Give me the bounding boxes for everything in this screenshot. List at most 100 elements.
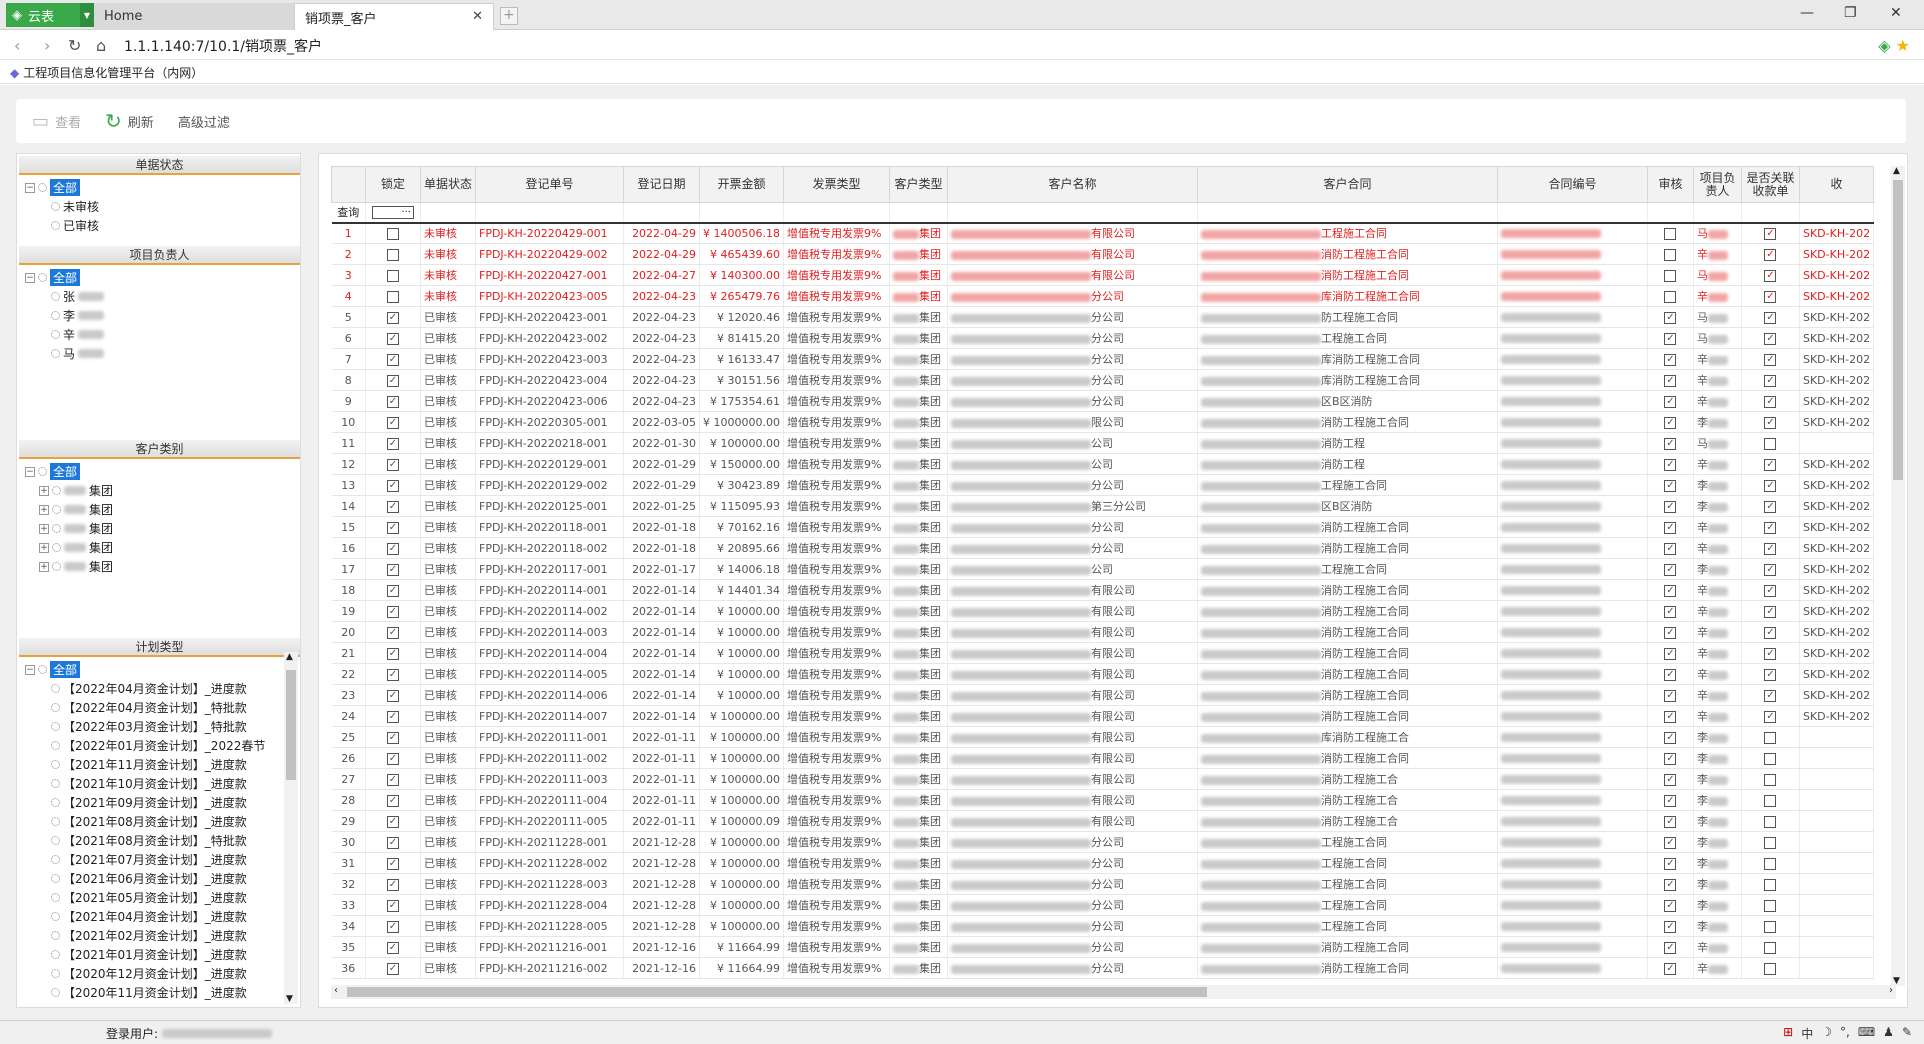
review-cell[interactable]: ✓ [1647,936,1694,958]
lock-cell[interactable]: ✓ [365,642,421,664]
reload-icon[interactable]: ↻ [68,36,81,55]
plan-tree-scrollbar[interactable]: ▲ ▼ [284,652,298,1004]
view-button[interactable]: ▭ 查看 [32,111,81,132]
checkbox[interactable]: ✓ [1664,374,1677,387]
review-cell[interactable]: ✓ [1647,831,1694,853]
checkbox[interactable]: ✓ [387,836,399,849]
tray-item[interactable]: °, [1840,1025,1850,1042]
table-row[interactable]: 16 ✓ 已审核 FPDJ-KH-20220118-002 2022-01-18 ¥ 20… [331,537,1875,559]
checkbox[interactable]: ✓ [387,416,399,429]
checkbox[interactable]: ✓ [387,815,399,828]
table-row[interactable]: 3 未审核 FPDJ-KH-20220427-001 2022-04-27 ¥ 1403… [331,264,1875,286]
linked-cell[interactable]: ✓ [1741,369,1800,391]
table-row[interactable]: 31 ✓ 已审核 FPDJ-KH-20211228-002 2021-12-28 ¥ 10… [331,852,1875,874]
review-cell[interactable] [1647,285,1694,307]
lock-cell[interactable]: ✓ [365,432,421,454]
lock-cell[interactable]: ✓ [365,894,421,916]
lock-cell[interactable] [365,285,421,307]
review-cell[interactable]: ✓ [1647,684,1694,706]
query-cell[interactable] [1741,202,1800,224]
new-tab-button[interactable]: + [500,7,518,25]
checkbox[interactable]: ✓ [387,962,399,975]
checkbox[interactable]: ✓ [387,542,399,555]
checkbox[interactable]: ✓ [1764,269,1777,282]
column-header-status[interactable]: 单据状态 [420,166,476,203]
tree-node-plan[interactable]: 【2022年04月资金计划】_进度款 [25,679,265,698]
table-row[interactable]: 11 ✓ 已审核 FPDJ-KH-20220218-001 2022-01-30 ¥ 10… [331,432,1875,454]
checkbox[interactable]: ✓ [1764,227,1777,240]
lock-cell[interactable]: ✓ [365,495,421,517]
checkbox[interactable] [387,290,399,303]
review-cell[interactable]: ✓ [1647,852,1694,874]
table-row[interactable]: 14 ✓ 已审核 FPDJ-KH-20220125-001 2022-01-25 ¥ 11… [331,495,1875,517]
checkbox[interactable]: ✓ [1764,563,1777,576]
lock-cell[interactable]: ✓ [365,621,421,643]
checkbox[interactable]: ✓ [387,689,399,702]
review-cell[interactable]: ✓ [1647,411,1694,433]
lock-cell[interactable]: ✓ [365,369,421,391]
review-cell[interactable]: ✓ [1647,915,1694,937]
review-cell[interactable]: ✓ [1647,621,1694,643]
checkbox[interactable]: ✓ [387,458,399,471]
linked-cell[interactable]: ✓ [1741,600,1800,622]
checkbox[interactable]: ✓ [1664,773,1677,786]
tree-node-customer-group[interactable]: + 集团 [25,519,113,538]
checkbox[interactable]: ✓ [1664,920,1677,933]
column-header-receipt[interactable]: 收 [1798,166,1875,203]
query-cell[interactable] [947,202,1198,224]
checkbox[interactable] [1764,437,1777,450]
checkbox[interactable]: ✓ [1664,584,1677,597]
linked-cell[interactable] [1741,894,1800,916]
tree-node-root[interactable]: − 全部 [25,660,265,679]
review-cell[interactable]: ✓ [1647,579,1694,601]
app-menu-dropdown-icon[interactable]: ▼ [80,3,94,27]
checkbox[interactable]: ✓ [387,311,399,324]
collapse-icon[interactable]: − [25,182,35,193]
grid-horizontal-scrollbar[interactable]: ‹ › [331,985,1896,999]
table-row[interactable]: 35 ✓ 已审核 FPDJ-KH-20211216-001 2021-12-16 ¥ 11… [331,936,1875,958]
linked-cell[interactable] [1741,873,1800,895]
query-cell[interactable] [1197,202,1498,224]
table-row[interactable]: 1 未审核 FPDJ-KH-20220429-001 2022-04-29 ¥ 1400… [331,222,1875,244]
checkbox[interactable]: ✓ [1664,794,1677,807]
checkbox[interactable]: ✓ [387,605,399,618]
table-row[interactable]: 10 ✓ 已审核 FPDJ-KH-20220305-001 2022-03-05 ¥ 10… [331,411,1875,433]
table-row[interactable]: 34 ✓ 已审核 FPDJ-KH-20211228-005 2021-12-28 ¥ 10… [331,915,1875,937]
column-header-linked[interactable]: 是否关联收款单 [1740,166,1800,203]
checkbox[interactable]: ✓ [1664,689,1677,702]
tray-item[interactable]: ☽ [1821,1025,1832,1042]
linked-cell[interactable]: ✓ [1741,285,1800,307]
review-cell[interactable] [1647,243,1694,265]
checkbox[interactable]: ✓ [387,332,399,345]
checkbox[interactable]: ✓ [387,353,399,366]
review-cell[interactable]: ✓ [1647,747,1694,769]
checkbox[interactable]: ✓ [1764,290,1777,303]
checkbox[interactable]: ✓ [1664,521,1677,534]
linked-cell[interactable]: ✓ [1741,537,1800,559]
table-row[interactable]: 26 ✓ 已审核 FPDJ-KH-20220111-002 2022-01-11 ¥ 10… [331,747,1875,769]
query-cell[interactable] [699,202,784,224]
column-header-contract-no[interactable]: 合同编号 [1496,166,1648,203]
column-header-customer-type[interactable]: 客户类型 [888,166,948,203]
collapse-icon[interactable]: − [25,664,35,675]
lock-cell[interactable] [365,222,421,244]
table-row[interactable]: 29 ✓ 已审核 FPDJ-KH-20220111-005 2022-01-11 ¥ 10… [331,810,1875,832]
url-field[interactable]: 1.1.1.140:7/10.1/销项票_客户 [124,36,322,56]
tree-node-plan[interactable]: 【2021年04月资金计划】_进度款 [25,907,265,926]
query-cell[interactable] [420,202,476,224]
checkbox[interactable]: ✓ [1664,626,1677,639]
checkbox[interactable]: ✓ [387,794,399,807]
review-cell[interactable] [1647,222,1694,244]
checkbox[interactable]: ✓ [1764,416,1777,429]
linked-cell[interactable]: ✓ [1741,453,1800,475]
tree-node-plan[interactable]: 【2021年10月资金计划】_进度款 [25,774,265,793]
column-header-customer-name[interactable]: 客户名称 [946,166,1198,203]
checkbox[interactable]: ✓ [1764,353,1777,366]
checkbox[interactable] [1764,815,1777,828]
review-cell[interactable]: ✓ [1647,663,1694,685]
checkbox[interactable] [1764,878,1777,891]
lock-cell[interactable] [365,243,421,265]
query-cell[interactable] [475,202,624,224]
extension-icon[interactable]: ◈ [1878,36,1890,55]
checkbox[interactable]: ✓ [387,479,399,492]
